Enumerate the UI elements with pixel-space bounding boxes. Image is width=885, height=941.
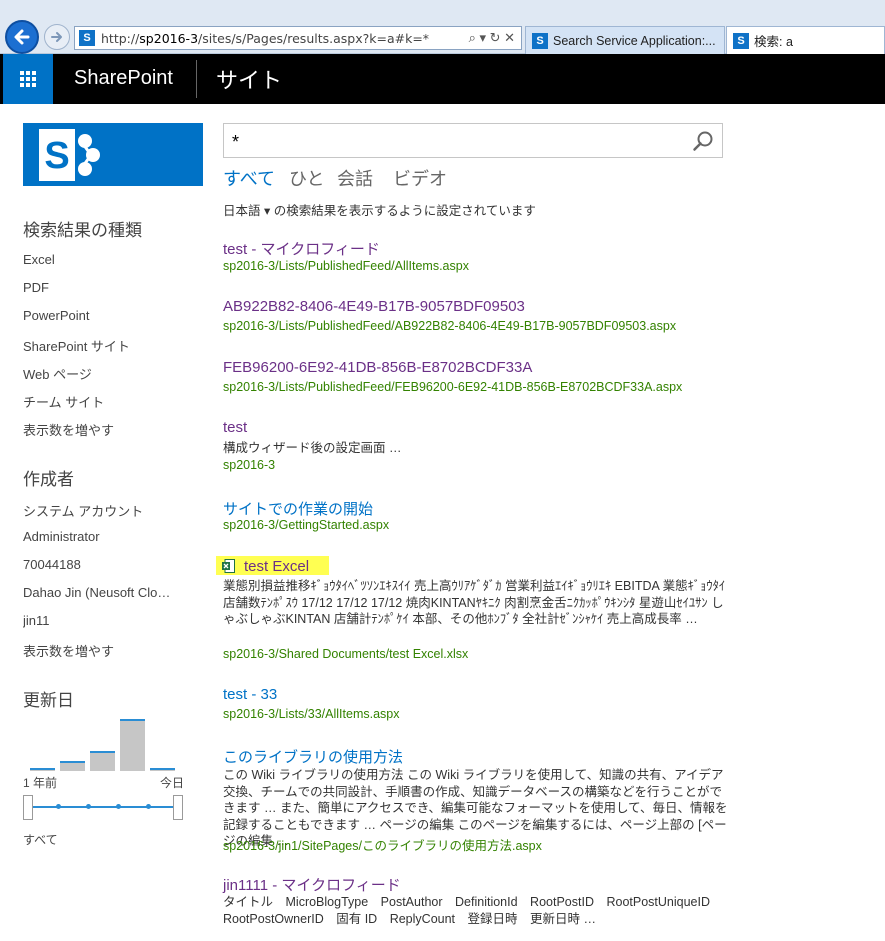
sharepoint-favicon-icon: S — [532, 32, 548, 49]
result-url: sp2016-3/Shared Documents/test Excel.xls… — [223, 647, 469, 661]
histogram-bar[interactable] — [90, 751, 115, 771]
result-title[interactable]: FEB96200-6E92-41DB-856B-E8702BCDF33A — [223, 359, 532, 376]
modified-histogram[interactable] — [23, 715, 183, 771]
forward-button[interactable] — [44, 24, 70, 50]
histogram-bar[interactable] — [60, 761, 85, 771]
back-button[interactable] — [5, 20, 39, 54]
vertical-conversations[interactable]: 会話 — [337, 165, 373, 191]
suite-divider — [196, 60, 197, 98]
result-title[interactable]: test Excel — [244, 558, 309, 575]
browser-chrome: S http://sp2016-3/sites/s/Pages/results.… — [0, 0, 885, 54]
refiner-item[interactable]: PowerPoint — [23, 308, 193, 323]
slider-tick — [56, 804, 61, 809]
result-title[interactable]: このライブラリの使用方法 — [223, 746, 403, 767]
refiner-heading-modified: 更新日 — [23, 691, 74, 710]
slider-start-handle[interactable] — [23, 795, 33, 820]
app-launcher-button[interactable] — [3, 54, 53, 104]
result-title[interactable]: test — [223, 419, 247, 436]
slider-tick — [146, 804, 151, 809]
suite-bar: SharePoint サイト — [0, 54, 885, 104]
suite-site-link[interactable]: サイト — [216, 63, 282, 95]
tab-search-results[interactable]: S 検索: a — [726, 26, 885, 54]
date-refiner-all[interactable]: すべて — [23, 831, 58, 848]
result-url: sp2016-3/GettingStarted.aspx — [223, 518, 390, 532]
address-tools[interactable]: ⌕ ▾ ↻ ✕ — [469, 30, 515, 46]
result-title[interactable]: サイトでの作業の開始 — [223, 498, 373, 519]
search-query: * — [232, 132, 240, 152]
sharepoint-logo-icon: S — [39, 129, 100, 181]
sharepoint-favicon-icon: S — [79, 30, 95, 46]
sharepoint-favicon-icon: S — [733, 32, 749, 49]
vertical-videos[interactable]: ビデオ — [393, 165, 447, 191]
result-url: sp2016-3/Lists/33/AllItems.aspx — [223, 707, 400, 721]
tab-label: Search Service Application:... — [553, 33, 716, 48]
result-summary: 業態別損益推移ｷﾞｮｳﾀｲﾍﾞﾂｿﾝｴｷｽｲｲ 売上高ｳﾘｱｹﾞﾀﾞｶ 営業利益… — [223, 579, 726, 626]
histogram-bar[interactable] — [150, 768, 175, 771]
histogram-start-label: 1 年前 — [23, 776, 58, 790]
result-title[interactable]: test - 33 — [223, 686, 277, 703]
arrow-left-icon — [14, 29, 30, 45]
refiner-show-more[interactable]: 表示数を増やす — [23, 420, 193, 439]
svg-text:S: S — [44, 135, 69, 177]
result-summary: 構成ウィザード後の設定画面 … — [223, 441, 402, 455]
suite-brand[interactable]: SharePoint — [74, 67, 173, 90]
result-url: sp2016-3/Lists/PublishedFeed/AllItems.as… — [223, 259, 469, 273]
refiner-item[interactable]: チーム サイト — [23, 392, 193, 411]
refiner-item[interactable]: 70044188 — [23, 557, 193, 572]
address-bar[interactable]: S http://sp2016-3/sites/s/Pages/results.… — [74, 26, 522, 50]
result-url: sp2016-3/Lists/PublishedFeed/FEB96200-6E… — [223, 380, 683, 394]
vertical-all[interactable]: すべて — [223, 165, 275, 191]
address-url: http://sp2016-3/sites/s/Pages/results.as… — [101, 30, 430, 46]
excel-file-icon — [222, 559, 235, 573]
result-title[interactable]: AB922B82-8406-4E49-B17B-9057BDF09503 — [223, 298, 525, 315]
result-url: sp2016-3 — [223, 458, 276, 472]
refiner-item[interactable]: jin11 — [23, 613, 193, 628]
refiner-item[interactable]: SharePoint サイト — [23, 336, 193, 355]
slider-tick — [86, 804, 91, 809]
slider-end-handle[interactable] — [173, 795, 183, 820]
refiner-item[interactable]: Web ページ — [23, 364, 193, 383]
refiner-item[interactable]: Administrator — [23, 529, 193, 544]
refiner-heading-result-type: 検索結果の種類 — [23, 221, 142, 240]
language-note[interactable]: 日本語 ▾ の検索結果を表示するように設定されています — [223, 200, 536, 219]
result-title[interactable]: test - マイクロフィード — [223, 238, 380, 259]
search-icon[interactable] — [692, 130, 714, 152]
vertical-people[interactable]: ひと — [289, 165, 324, 191]
date-slider-track[interactable] — [30, 806, 176, 808]
refiner-show-more[interactable]: 表示数を増やす — [23, 641, 193, 660]
refiner-item[interactable]: Excel — [23, 252, 193, 267]
refiner-item[interactable]: システム アカウント — [23, 501, 193, 520]
search-input[interactable]: * — [223, 123, 723, 158]
slider-tick — [116, 804, 121, 809]
refiner-item[interactable]: PDF — [23, 280, 193, 295]
site-logo[interactable]: S — [23, 123, 203, 186]
result-url: sp2016-3/jin1/SitePages/このライブラリの使用方法.asp… — [223, 839, 542, 853]
histogram-bar[interactable] — [120, 719, 145, 771]
histogram-bar[interactable] — [30, 768, 55, 771]
tab-label: 検索: a — [754, 35, 793, 49]
result-title[interactable]: jin1111 - マイクロフィード — [223, 874, 401, 895]
tab-search-service[interactable]: S Search Service Application:... — [525, 26, 725, 54]
result-url: sp2016-3/Lists/PublishedFeed/AB922B82-84… — [223, 319, 677, 333]
histogram-end-label: 今日 — [160, 776, 185, 790]
arrow-right-icon — [51, 32, 62, 42]
refiner-heading-author: 作成者 — [23, 470, 74, 489]
refiner-item[interactable]: Dahao Jin (Neusoft Clo… — [23, 585, 183, 600]
result-summary: タイトル MicroBlogType PostAuthor Definition… — [223, 895, 723, 926]
waffle-icon — [20, 71, 36, 87]
